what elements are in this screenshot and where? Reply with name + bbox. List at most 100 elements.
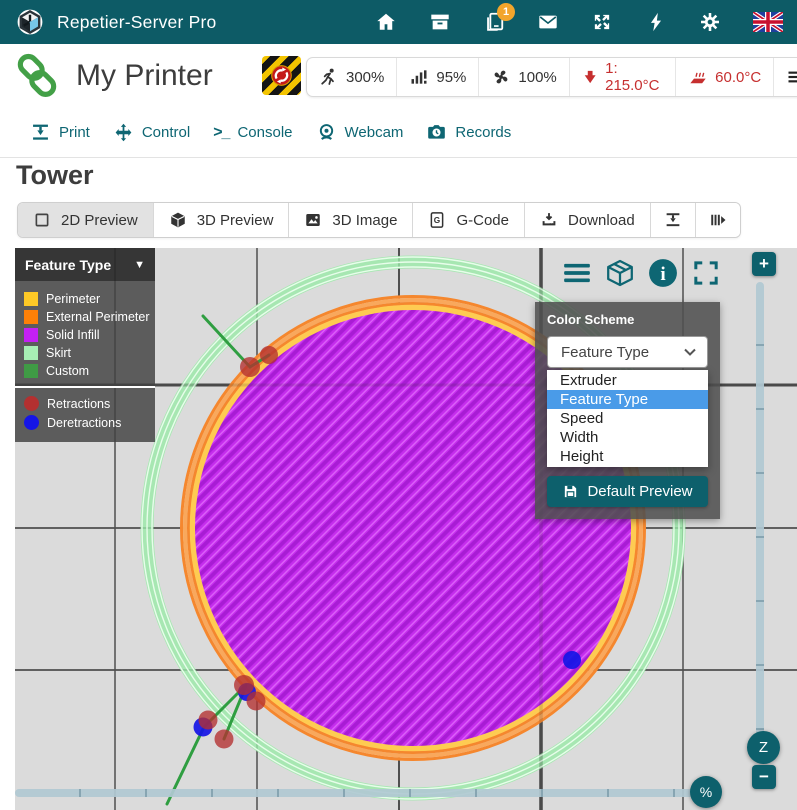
svg-text:i: i [660,264,666,285]
tab-records[interactable]: Records [426,122,511,143]
hamburger-icon [786,67,797,87]
home-icon[interactable] [375,11,397,33]
printer-name: My Printer [76,44,213,108]
flow-bars-icon [409,67,429,87]
pages-icon[interactable]: 1 [483,11,505,33]
percent-button[interactable]: % [690,776,722,808]
color-scheme-options: Extruder Feature Type Speed Width Height [547,370,708,467]
view-mode-buttons: 2D Preview 3D Preview 3D Image G G-Code … [17,202,741,238]
bolt-icon[interactable] [645,11,667,33]
gcode-file-icon: G [428,211,446,229]
option-width[interactable]: Width [547,428,708,447]
tab-label: Records [455,124,511,141]
legend-label: Retractions [47,397,110,411]
legend-label: Solid Infill [46,328,100,342]
view-label: 3D Preview [197,212,274,229]
preview-canvas[interactable]: Feature Type ▼ Perimeter External Perime… [15,248,797,810]
z-layer-button[interactable]: Z [747,731,780,764]
extruder-icon [582,67,598,87]
layer-3d-icon[interactable] [605,258,635,288]
emergency-stop-button[interactable] [262,56,301,95]
heated-bed-icon [688,67,708,87]
app-title: Repetier-Server Pro [57,12,216,33]
horizontal-slider[interactable] [15,789,721,797]
legend-label: Custom [46,364,89,378]
option-extruder[interactable]: Extruder [547,371,708,390]
fan-stat[interactable]: 100% [478,58,568,96]
legend-item-skirt: Skirt [15,344,155,362]
extruder-temp-stat[interactable]: 1: 215.0°C [569,58,675,96]
fullscreen-icon[interactable] [691,258,721,288]
printer-stats: 300% 95% 100% 1: 215.0°C 60.0°C [306,57,797,97]
legend-body: Perimeter External Perimeter Solid Infil… [15,281,155,442]
tab-console[interactable]: >_ Console [213,124,292,142]
view-gcode-button[interactable]: G G-Code [412,203,524,237]
save-icon [562,483,579,500]
printer-tabs: Print Control >_ Console Webcam Records [0,108,797,158]
preview-menu-icon[interactable] [562,258,592,288]
queue-play-icon [709,211,727,229]
preview-toolbar: i [562,258,721,288]
option-feature-type[interactable]: Feature Type [547,390,708,409]
view-label: Download [568,212,635,229]
legend-label: Deretractions [47,416,121,430]
printer-menu-button[interactable] [773,58,797,96]
retraction-marker [24,396,39,411]
send-to-printer-button[interactable] [650,203,695,237]
legend-divider [15,386,155,388]
legend-item-perimeter: Perimeter [15,290,155,308]
zoom-out-button[interactable]: − [752,765,776,789]
bed-temp-stat[interactable]: 60.0°C [675,58,773,96]
repetier-logo-icon[interactable] [14,6,46,38]
legend-item-external-perimeter: External Perimeter [15,308,155,326]
notification-badge: 1 [497,3,515,21]
printer-icon [664,211,682,229]
gear-icon[interactable] [699,11,721,33]
download-button[interactable]: Download [524,203,650,237]
flow-stat[interactable]: 95% [396,58,478,96]
color-scheme-select[interactable]: Feature Type [547,336,708,368]
repetier-server-app: Repetier-Server Pro 1 [0,0,797,810]
tab-control[interactable]: Control [113,122,190,143]
feature-legend: Feature Type ▼ Perimeter External Perime… [15,248,155,442]
archive-icon[interactable] [429,11,451,33]
uk-flag-icon[interactable] [753,12,783,32]
view-label: G-Code [456,212,509,229]
records-camera-icon [426,122,447,143]
tab-print[interactable]: Print [30,122,90,143]
extruder-temp-value: 1: 215.0°C [605,60,663,94]
deretraction-marker [24,415,39,430]
cube-icon [169,211,187,229]
tab-label: Print [59,124,90,141]
vertical-slider[interactable] [756,282,764,760]
legend-item-solid-infill: Solid Infill [15,326,155,344]
legend-item-deretractions: Deretractions [15,413,155,432]
printer-header: My Printer 300% 95% [0,44,797,109]
link-icon [14,53,60,99]
zoom-in-button[interactable]: + [752,252,776,276]
tab-label: Control [142,124,190,141]
runner-icon [319,67,339,87]
expand-icon[interactable] [591,11,613,33]
info-icon[interactable]: i [648,258,678,288]
tab-label: Webcam [345,124,404,141]
continue-print-button[interactable] [695,203,740,237]
job-title: Tower [16,160,94,191]
fan-value: 100% [518,69,556,86]
view-2d-preview-button[interactable]: 2D Preview [18,203,153,237]
speed-stat[interactable]: 300% [307,58,396,96]
nav-icons: 1 [375,11,797,33]
legend-label: External Perimeter [46,310,150,324]
legend-header[interactable]: Feature Type ▼ [15,248,155,281]
view-label: 2D Preview [61,212,138,229]
color-scheme-panel: Color Scheme Feature Type Extruder Featu… [535,302,720,519]
view-label: 3D Image [332,212,397,229]
view-3d-image-button[interactable]: 3D Image [288,203,412,237]
option-speed[interactable]: Speed [547,409,708,428]
mail-icon[interactable] [537,11,559,33]
option-height[interactable]: Height [547,447,708,466]
view-3d-preview-button[interactable]: 3D Preview [153,203,289,237]
legend-label: Perimeter [46,292,100,306]
default-preview-button[interactable]: Default Preview [547,476,708,507]
tab-webcam[interactable]: Webcam [316,122,404,143]
